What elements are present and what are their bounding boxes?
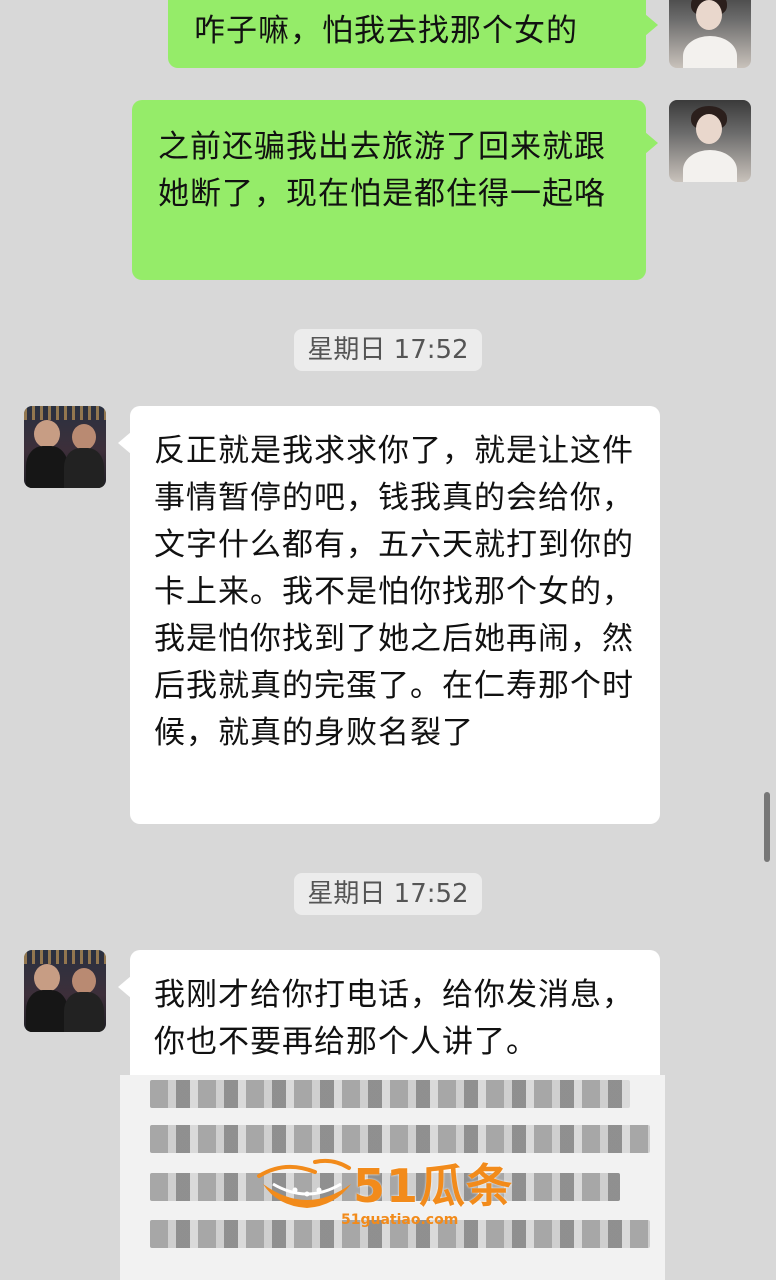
message-text: 反正就是我求求你了，就是让这件事情暂停的吧，钱我真的会给你，文字什么都有，五六天… [154,433,634,751]
watermark: 51瓜条 51guatiao.com [255,1150,525,1240]
message-text: 之前还骗我出去旅游了回来就跟她断了，现在怕是都住得一起咯 [158,129,606,212]
message-text: 咋子嘛，怕我去找那个女的 [194,13,578,49]
bubble-tail [645,132,658,154]
message-bubble-outgoing[interactable]: 咋子嘛，怕我去找那个女的 [168,0,646,68]
timestamp: 星期日 17:52 [294,329,482,371]
watermark-title: 51瓜条 [353,1159,514,1213]
avatar-self[interactable] [669,100,751,182]
scrollbar[interactable] [764,792,770,862]
timestamp: 星期日 17:52 [294,873,482,915]
message-text: 我刚才给你打电话，给你发消息，你也不要再给那个人讲了。 [154,977,634,1060]
bubble-tail [645,14,658,36]
message-bubble-outgoing[interactable]: 之前还骗我出去旅游了回来就跟她断了，现在怕是都住得一起咯 [132,100,646,280]
message-bubble-incoming[interactable]: 反正就是我求求你了，就是让这件事情暂停的吧，钱我真的会给你，文字什么都有，五六天… [130,406,660,824]
chat-area[interactable]: 咋子嘛，怕我去找那个女的 之前还骗我出去旅游了回来就跟她断了，现在怕是都住得一起… [0,0,776,1280]
avatar-self[interactable] [669,0,751,68]
watermelon-logo-icon [257,1158,351,1208]
avatar-contact[interactable] [24,406,106,488]
avatar-contact[interactable] [24,950,106,1032]
watermark-url: 51guatiao.com [341,1212,459,1228]
